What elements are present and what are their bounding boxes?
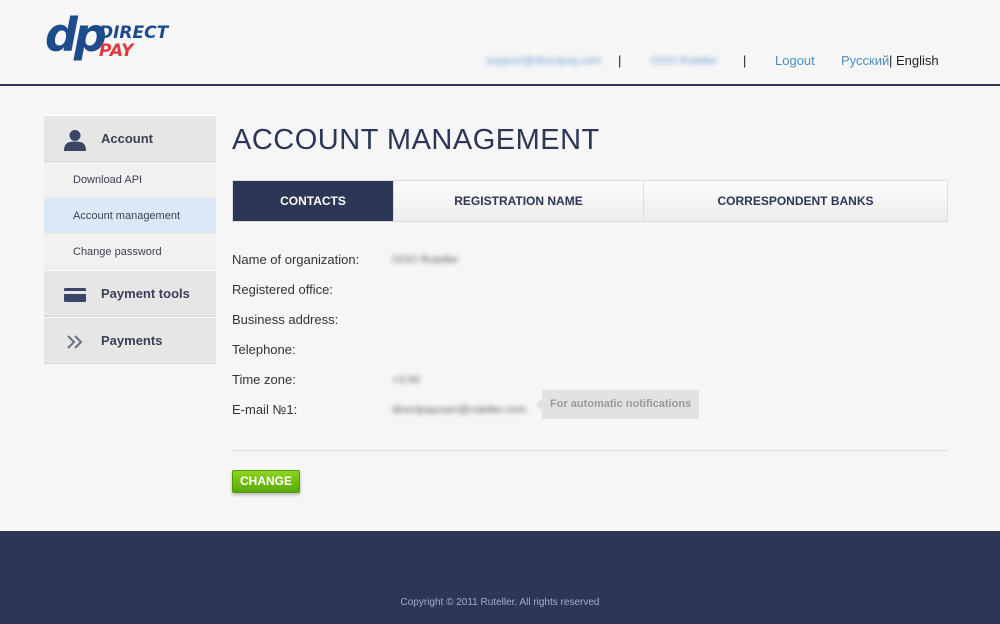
- tab-contacts[interactable]: CONTACTS: [233, 181, 394, 221]
- top-navigation: support@directpay.com | OOO Ruteller | L…: [0, 52, 1000, 70]
- email-hint-tooltip: For automatic notifications: [535, 390, 700, 419]
- sidebar-section-payments[interactable]: Payments: [44, 317, 216, 364]
- field-label: E-mail №1:: [232, 402, 298, 417]
- field-value: +3:00: [392, 374, 420, 386]
- contacts-form: Name of organization: OOO Ruteller Regis…: [232, 252, 948, 432]
- language-separator: |: [889, 53, 893, 68]
- footer: Copyright © 2011 Ruteller. All rights re…: [0, 531, 1000, 624]
- sidebar-section-label: Payments: [101, 333, 163, 348]
- field-value: directpayuser@ruteller.com: [392, 404, 527, 416]
- double-chevron-right-icon: [62, 318, 88, 365]
- sidebar: Account Download API Account management …: [44, 115, 216, 364]
- field-value: OOO Ruteller: [392, 254, 459, 266]
- nav-separator: |: [618, 53, 622, 68]
- form-divider: [232, 450, 948, 451]
- sidebar-item-download-api[interactable]: Download API: [44, 162, 216, 198]
- field-telephone: Telephone:: [232, 342, 948, 372]
- sidebar-item-change-password[interactable]: Change password: [44, 234, 216, 270]
- logout-link[interactable]: Logout: [775, 52, 815, 70]
- field-label: Telephone:: [232, 342, 296, 357]
- change-button[interactable]: CHANGE: [232, 470, 300, 493]
- tab-bar: CONTACTS REGISTRATION NAME CORRESPONDENT…: [232, 180, 948, 222]
- language-russian-link[interactable]: Русский: [841, 52, 889, 70]
- field-label: Name of organization:: [232, 252, 360, 267]
- tab-registration-name[interactable]: REGISTRATION NAME: [394, 181, 644, 221]
- sidebar-item-label: Change password: [73, 246, 162, 258]
- sidebar-section-label: Payment tools: [101, 286, 190, 301]
- sidebar-section-label: Account: [101, 131, 153, 146]
- field-label: Time zone:: [232, 372, 296, 387]
- sidebar-item-account-management[interactable]: Account management: [44, 198, 216, 234]
- sidebar-item-label: Account management: [73, 210, 181, 222]
- header: dp DIRECT PAY support@directpay.com | OO…: [0, 0, 1000, 86]
- field-label: Registered office:: [232, 282, 333, 297]
- company-link[interactable]: OOO Ruteller: [651, 52, 718, 70]
- sidebar-item-label: Download API: [73, 174, 143, 186]
- tab-correspondent-banks[interactable]: CORRESPONDENT BANKS: [644, 181, 947, 221]
- field-email: E-mail №1: directpayuser@ruteller.com Fo…: [232, 390, 948, 432]
- field-business-address: Business address:: [232, 312, 948, 342]
- credit-card-icon: [62, 271, 88, 318]
- field-organization: Name of organization: OOO Ruteller: [232, 252, 948, 282]
- sidebar-section-payment-tools[interactable]: Payment tools: [44, 270, 216, 317]
- sidebar-section-account[interactable]: Account: [44, 115, 216, 162]
- page-title: ACCOUNT MANAGEMENT: [232, 124, 600, 156]
- language-english-current: English: [896, 53, 939, 68]
- copyright-text: Copyright © 2011 Ruteller. All rights re…: [400, 597, 600, 608]
- user-icon: [62, 116, 88, 163]
- logo-text-direct: DIRECT: [99, 23, 169, 43]
- nav-separator: |: [743, 53, 747, 68]
- field-registered-office: Registered office:: [232, 282, 948, 312]
- field-label: Business address:: [232, 312, 339, 327]
- user-email-link[interactable]: support@directpay.com: [486, 52, 602, 70]
